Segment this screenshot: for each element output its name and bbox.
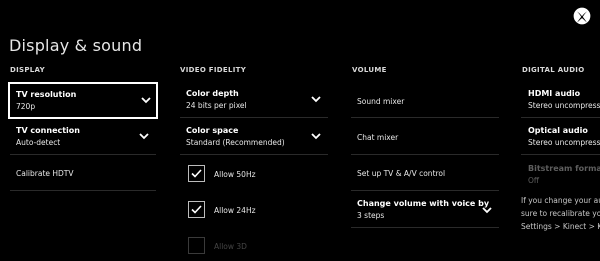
tv-resolution-setting[interactable]: TV resolution 720p — [8, 82, 158, 119]
chat-mixer-button[interactable]: Chat mixer — [351, 121, 499, 155]
section-header-digital-audio: DIGITAL AUDIO — [522, 66, 585, 74]
chevron-down-icon — [311, 96, 321, 103]
color-space-title: Color space — [186, 126, 239, 135]
color-depth-title: Color depth — [186, 89, 239, 98]
chevron-down-icon — [141, 97, 151, 104]
bitstream-format-value: Off — [528, 176, 540, 185]
allow-50hz-checkbox[interactable] — [188, 165, 205, 182]
calibrate-hdtv-label: Calibrate HDTV — [16, 169, 74, 178]
chevron-down-icon — [311, 133, 321, 140]
chevron-down-icon — [482, 207, 492, 214]
checkmark-icon — [191, 169, 202, 178]
color-space-setting[interactable]: Color space Standard (Recommended) — [180, 121, 328, 155]
tv-resolution-value: 720p — [16, 102, 36, 111]
calibrate-hdtv-button[interactable]: Calibrate HDTV — [10, 157, 156, 191]
color-depth-setting[interactable]: Color depth 24 bits per pixel — [180, 85, 328, 118]
section-header-video-fidelity: VIDEO FIDELITY — [180, 66, 247, 74]
setup-av-control-label: Set up TV & A/V control — [357, 169, 446, 178]
voice-volume-value: 3 steps — [357, 211, 385, 220]
bitstream-format-title: Bitstream format — [528, 164, 600, 173]
hdmi-audio-setting[interactable]: HDMI audio Stereo uncompress — [521, 85, 600, 118]
tv-resolution-title: TV resolution — [16, 90, 77, 99]
allow-24hz-label: Allow 24Hz — [214, 206, 256, 215]
color-space-value: Standard (Recommended) — [186, 138, 285, 147]
xbox-logo-icon — [573, 7, 591, 25]
chat-mixer-label: Chat mixer — [357, 133, 399, 142]
sound-mixer-label: Sound mixer — [357, 97, 405, 106]
bitstream-format-setting: Bitstream format Off — [521, 157, 600, 191]
help-line: Settings > Kinect > Ki — [521, 222, 600, 231]
voice-volume-setting[interactable]: Change volume with voice by 3 steps — [351, 193, 499, 228]
voice-volume-title: Change volume with voice by — [357, 199, 490, 208]
tv-connection-setting[interactable]: TV connection Auto-detect — [10, 121, 156, 155]
digital-audio-help-text: If you change your au sure to recalibrat… — [521, 194, 600, 233]
section-header-volume: VOLUME — [352, 66, 387, 74]
allow-3d-label: Allow 3D — [214, 242, 247, 251]
help-line: If you change your au — [521, 196, 600, 205]
hdmi-audio-title: HDMI audio — [528, 89, 581, 98]
section-header-display: DISPLAY — [10, 66, 45, 74]
page-title: Display & sound — [9, 36, 143, 55]
allow-24hz-checkbox[interactable] — [188, 201, 205, 218]
checkmark-icon — [191, 205, 202, 214]
hdmi-audio-value: Stereo uncompress — [528, 101, 600, 110]
allow-50hz-label: Allow 50Hz — [214, 170, 256, 179]
setup-av-control-button[interactable]: Set up TV & A/V control — [351, 157, 499, 191]
sound-mixer-button[interactable]: Sound mixer — [351, 85, 499, 118]
tv-connection-value: Auto-detect — [16, 138, 61, 147]
help-line: sure to recalibrate yo — [521, 209, 600, 218]
allow-3d-checkbox — [188, 237, 205, 254]
tv-connection-title: TV connection — [16, 126, 80, 135]
optical-audio-title: Optical audio — [528, 126, 588, 135]
color-depth-value: 24 bits per pixel — [186, 101, 247, 110]
optical-audio-value: Stereo uncompress — [528, 138, 600, 147]
optical-audio-setting[interactable]: Optical audio Stereo uncompress — [521, 121, 600, 155]
chevron-down-icon — [139, 133, 149, 140]
